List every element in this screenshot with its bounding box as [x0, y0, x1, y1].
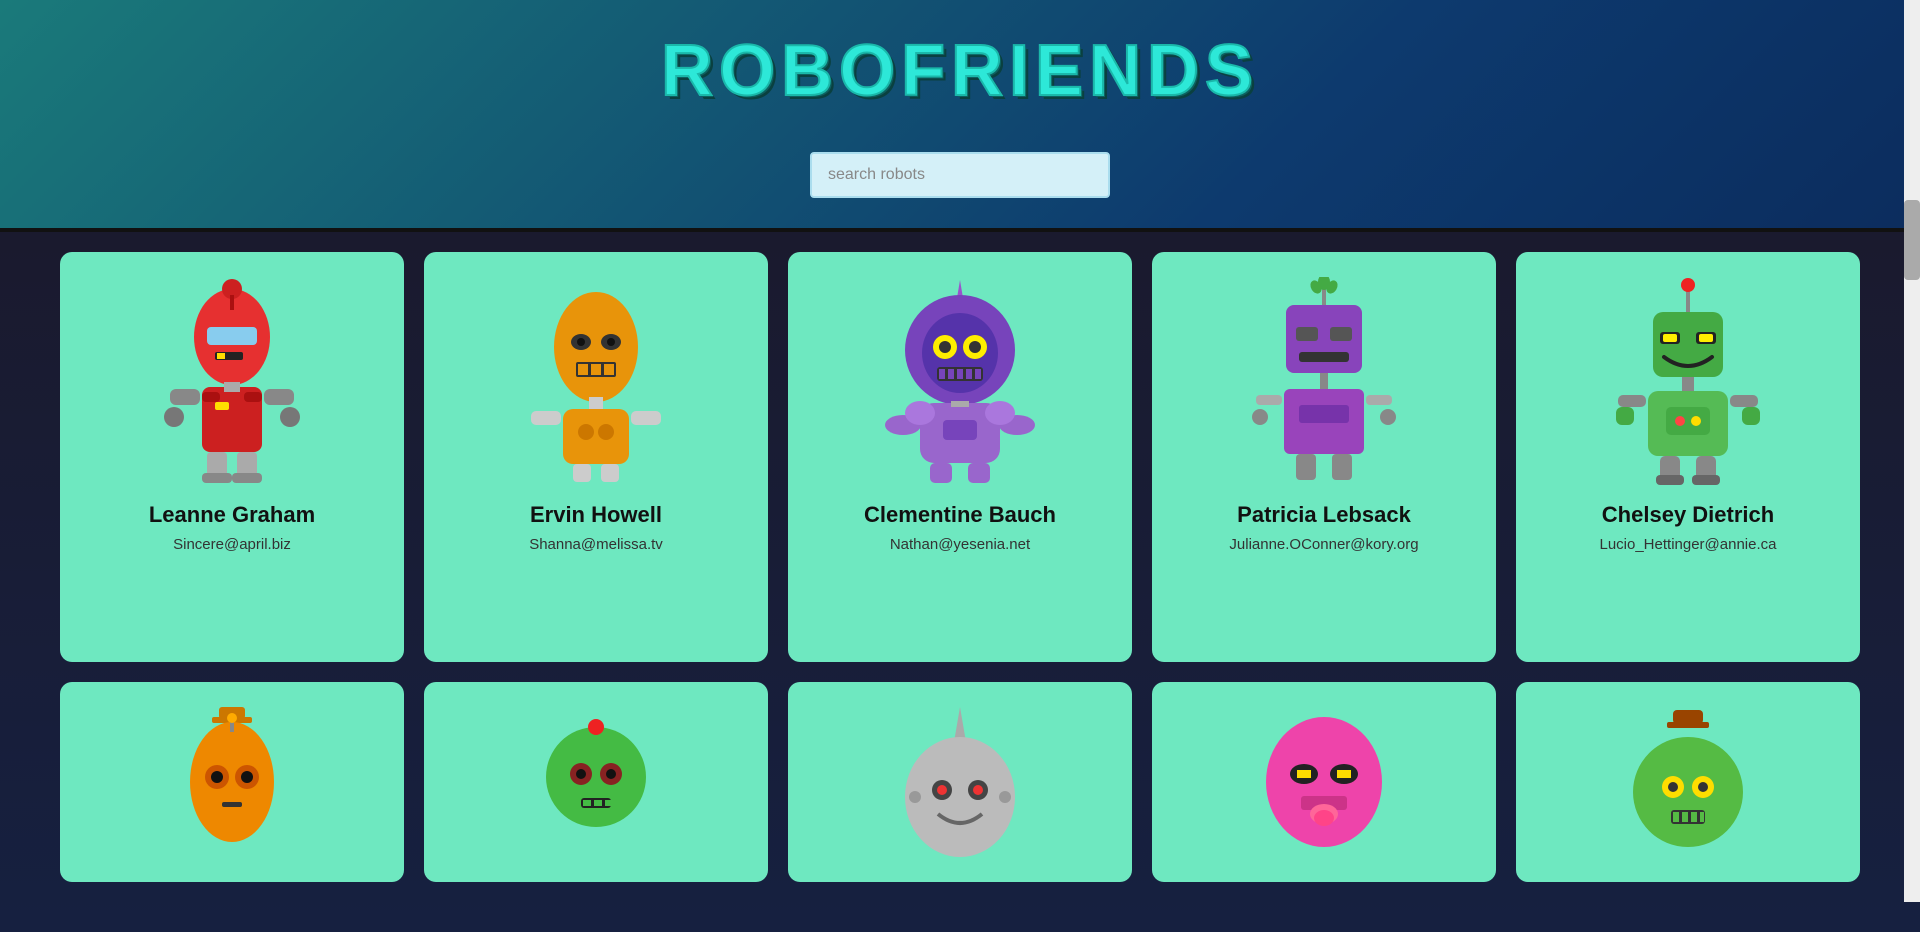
robot-card-7[interactable] [424, 682, 768, 882]
app-title: ROBOFRIENDS [661, 30, 1259, 112]
robot-email-3: Nathan@yesenia.net [890, 536, 1030, 553]
robot-image-6 [70, 702, 394, 862]
robot-image-9 [1162, 702, 1486, 862]
robot-email-5: Lucio_Hettinger@annie.ca [1599, 536, 1776, 553]
robot-image-5 [1526, 272, 1850, 492]
scrollbar[interactable] [1904, 0, 1920, 902]
robot-image-7 [434, 702, 758, 862]
header: ROBOFRIENDS [0, 0, 1920, 232]
robot-card-10[interactable] [1516, 682, 1860, 882]
robot-name-4: Patricia Lebsack [1237, 502, 1411, 528]
robot-name-1: Leanne Graham [149, 502, 315, 528]
robot-image-4 [1162, 272, 1486, 492]
robot-email-2: Shanna@melissa.tv [529, 536, 663, 553]
robot-email-1: Sincere@april.biz [173, 536, 291, 553]
robot-card-5[interactable]: Chelsey Dietrich Lucio_Hettinger@annie.c… [1516, 252, 1860, 662]
robot-image-8 [798, 702, 1122, 862]
robot-image-3 [798, 272, 1122, 492]
robot-email-4: Julianne.OConner@kory.org [1229, 536, 1418, 553]
scrollbar-thumb[interactable] [1904, 200, 1920, 280]
robot-card-4[interactable]: Patricia Lebsack Julianne.OConner@kory.o… [1152, 252, 1496, 662]
robot-name-5: Chelsey Dietrich [1602, 502, 1774, 528]
robot-card-9[interactable] [1152, 682, 1496, 882]
robot-card-8[interactable] [788, 682, 1132, 882]
robot-image-2 [434, 272, 758, 492]
robot-card-2[interactable]: Ervin Howell Shanna@melissa.tv [424, 252, 768, 662]
search-input[interactable] [810, 152, 1110, 198]
robot-card-1[interactable]: Leanne Graham Sincere@april.biz [60, 252, 404, 662]
robot-grid: Leanne Graham Sincere@april.biz [0, 232, 1920, 932]
robot-image-10 [1526, 702, 1850, 862]
robot-card-3[interactable]: Clementine Bauch Nathan@yesenia.net [788, 252, 1132, 662]
robot-image-1 [70, 272, 394, 492]
robot-name-2: Ervin Howell [530, 502, 662, 528]
robot-name-3: Clementine Bauch [864, 502, 1056, 528]
robot-card-6[interactable] [60, 682, 404, 882]
